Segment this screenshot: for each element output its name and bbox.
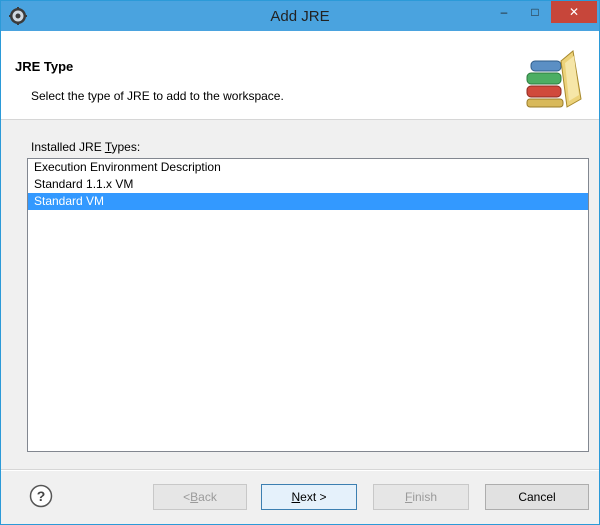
list-item-selected[interactable]: Standard VM [28,193,588,210]
close-icon: ✕ [568,5,580,19]
title-bar[interactable]: Add JRE – □ ✕ [1,1,599,31]
list-item[interactable]: Execution Environment Description [28,159,588,176]
finish-button[interactable]: Finish [373,484,469,510]
svg-text:?: ? [37,488,46,504]
wizard-banner: JRE Type Select the type of JRE to add t… [1,31,599,120]
help-circle-icon[interactable]: ? [29,484,53,508]
cancel-button[interactable]: Cancel [485,484,589,510]
maximize-button[interactable]: □ [521,1,549,23]
back-button[interactable]: < Back [153,484,247,510]
page-title: JRE Type [15,59,74,74]
next-button[interactable]: Next > [261,484,357,510]
close-button[interactable]: ✕ [551,1,597,23]
minimize-button[interactable]: – [489,1,519,23]
books-library-icon [525,47,583,109]
separator-highlight [1,470,599,471]
maximize-icon: □ [531,5,539,19]
page-description: Select the type of JRE to add to the wor… [31,89,284,103]
installed-jre-types-label: Installed JRE Types: [31,140,141,154]
add-jre-dialog: Add JRE – □ ✕ JRE Type Select the type o… [0,0,600,525]
list-item[interactable]: Standard 1.1.x VM [28,176,588,193]
minimize-icon: – [500,5,508,19]
jre-type-list[interactable]: Execution Environment Description Standa… [27,158,589,452]
